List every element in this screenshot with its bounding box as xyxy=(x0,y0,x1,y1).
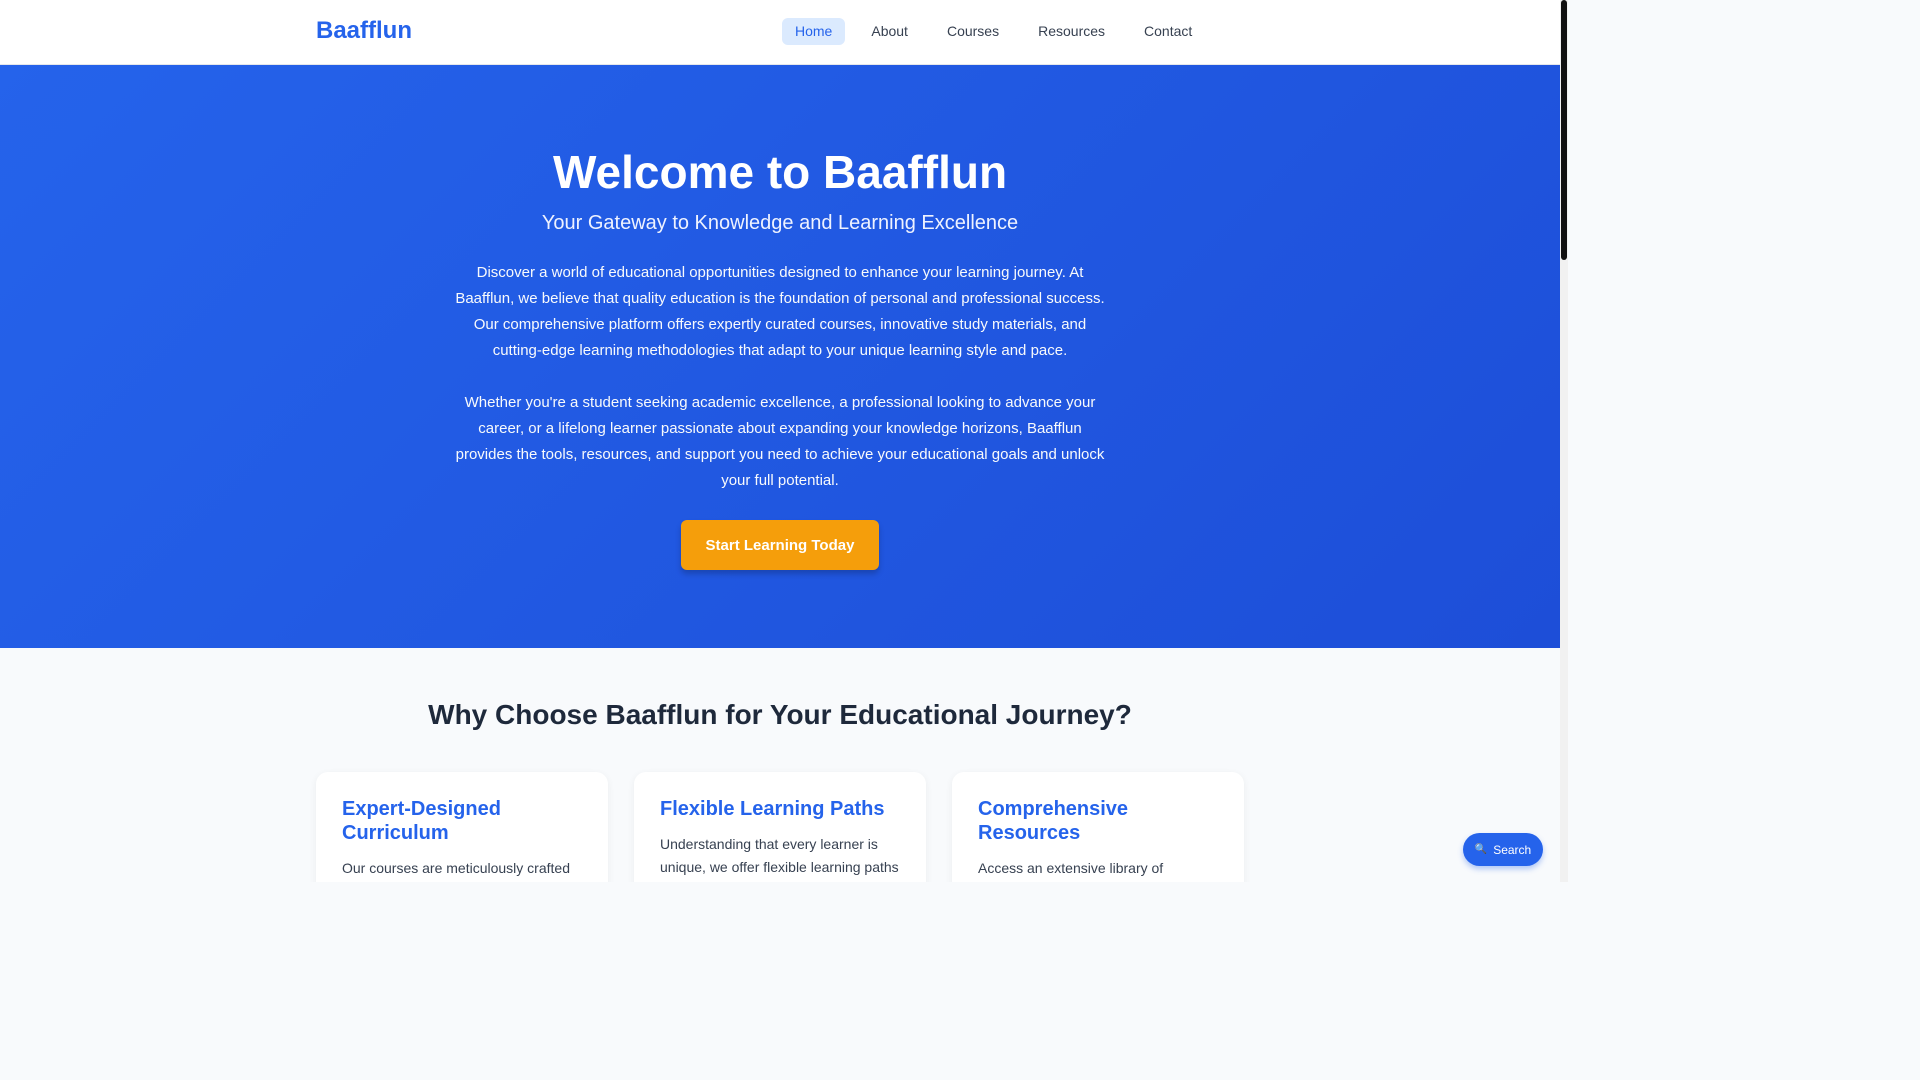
nav-item-courses[interactable]: Courses xyxy=(934,18,1012,45)
feature-card-text: Our courses are meticulously crafted by xyxy=(342,860,570,876)
feature-card: Expert-Designed Curriculum Our courses a… xyxy=(316,772,608,882)
feature-card-text: Understanding that every learner is uniq… xyxy=(660,836,899,875)
feature-card-title: Expert-Designed Curriculum xyxy=(342,798,501,844)
nav-item-about[interactable]: About xyxy=(858,18,921,45)
hero-subtitle: Your Gateway to Knowledge and Learning E… xyxy=(541,212,1019,234)
hero-paragraph: Whether you're a student seeking academi… xyxy=(455,394,1105,489)
search-icon: 🔍 xyxy=(1474,844,1488,855)
start-learning-button[interactable]: Start Learning Today xyxy=(681,520,879,570)
feature-card-title: Comprehensive Resources xyxy=(978,798,1129,844)
nav-item-contact[interactable]: Contact xyxy=(1131,18,1205,45)
hero-title: Welcome to Baafflun xyxy=(552,146,1008,198)
nav-item-home[interactable]: Home xyxy=(782,18,846,45)
main-nav: Home About Courses Resources Contact xyxy=(782,18,1205,45)
hero-section: Welcome to Baafflun Your Gateway to Know… xyxy=(0,65,1560,648)
feature-card: Flexible Learning Paths Understanding th… xyxy=(634,772,926,882)
features-title: Why Choose Baafflun for Your Educational… xyxy=(428,699,1132,730)
search-button-label: Search xyxy=(1493,842,1532,857)
scrollbar-thumb[interactable] xyxy=(1561,0,1567,260)
site-header: Baafflun Home About Courses Resources Co… xyxy=(0,0,1560,65)
nav-item-resources[interactable]: Resources xyxy=(1025,18,1118,45)
feature-card-text: Access an extensive library of xyxy=(978,860,1164,876)
search-button[interactable]: 🔍 Search xyxy=(1463,833,1543,866)
page: Baafflun Home About Courses Resources Co… xyxy=(0,0,1568,882)
brand-logo[interactable]: Baafflun xyxy=(316,17,412,45)
page-scrollbar[interactable] xyxy=(1560,0,1568,882)
hero-paragraph: Discover a world of educational opportun… xyxy=(455,264,1105,359)
feature-card: Comprehensive Resources Access an extens… xyxy=(952,772,1244,882)
feature-card-title: Flexible Learning Paths xyxy=(660,798,885,820)
